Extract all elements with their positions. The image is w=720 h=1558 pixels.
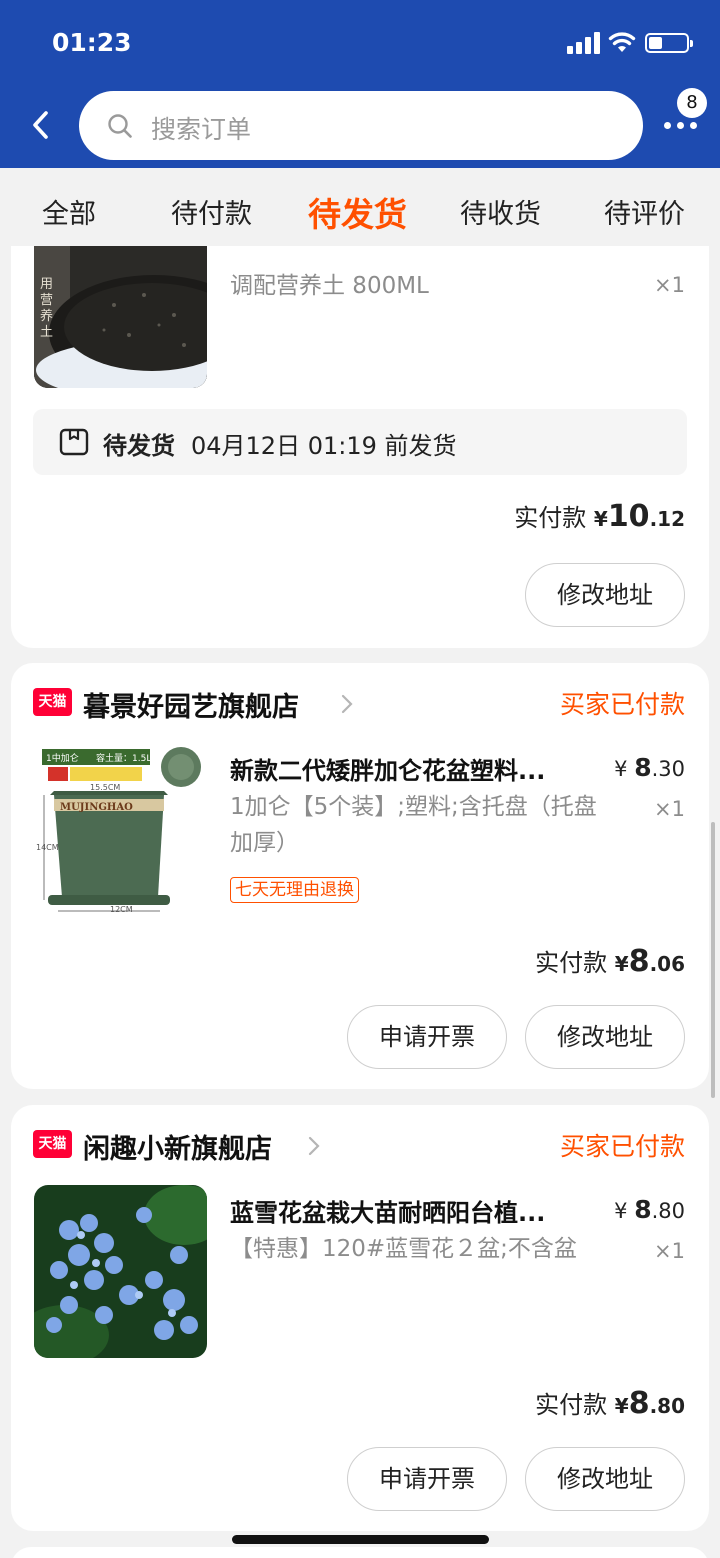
modify-address-button[interactable]: 修改地址 [525,1005,685,1069]
paid-amount: 实付款 ¥8.06 [535,943,685,979]
tab-all[interactable]: 全部 [42,192,96,231]
price-dec: .30 [651,757,685,781]
tab-pending-review[interactable]: 待评价 [604,192,685,231]
order-list: 用营养土 调配营养土 800ML ×1 待发货 04月12日 01:19 前发货 … [0,246,720,1558]
order-status: 买家已付款 [559,1132,685,1161]
paid-amount: 实付款 ¥10.12 [514,498,685,534]
product-qty: ×1 [654,1239,685,1263]
status-time: 01:23 [52,28,132,57]
chevron-right-icon [341,694,353,714]
search-placeholder: 搜索订单 [151,115,252,144]
soil-image [34,246,207,388]
price-currency: ¥ [614,757,628,781]
app-header: 01:23 搜索订单 8 [0,0,720,168]
shipping-deadline: 04月12日 01:19 前发货 [191,432,457,460]
product-title[interactable]: 新款二代矮胖加仑花盆塑料... [230,751,545,786]
tab-pending-payment[interactable]: 待付款 [171,192,252,231]
request-invoice-button[interactable]: 申请开票 [347,1447,507,1511]
flowerpot-label-brand: MUJINGHAO [60,802,133,813]
product-image-soil[interactable]: 用营养土 [34,246,207,388]
modify-address-button[interactable]: 修改地址 [525,1447,685,1511]
product-sku: 【特惠】120#蓝雪花２盆;不含盆 [230,1236,577,1262]
order-card: 用营养土 调配营养土 800ML ×1 待发货 04月12日 01:19 前发货 … [11,246,709,648]
product-image-plumbago[interactable] [34,1185,207,1358]
paid-label: 实付款 [514,504,587,532]
paid-label: 实付款 [535,1391,608,1419]
shipping-status-bar: 待发货 04月12日 01:19 前发货 [33,409,687,475]
product-price: ¥ 8.30 [614,753,685,782]
battery-icon [645,33,693,53]
paid-currency: ¥ [614,1394,629,1418]
flowerpot-label-height: 14CM [36,843,59,852]
product-sku: 调配营养土 800ML [230,273,429,299]
return-policy-tag: 七天无理由退换 [230,877,359,903]
paid-int: 8 [628,944,650,979]
more-icon [664,122,671,129]
order-tabs: 全部 待付款 待发货 待收货 待评价 [0,168,720,246]
paid-int: 8 [628,1386,650,1421]
store-name[interactable]: 暮景好园艺旗舰店 [83,685,299,724]
paid-int: 10 [607,499,650,534]
soil-image-caption: 用营养土 [40,277,54,340]
chevron-right-icon [308,1136,320,1156]
scrollbar[interactable] [711,822,715,1098]
flowerpot-label-bottom: 12CM [110,905,133,914]
price-int: 8 [634,753,652,782]
notification-badge: 8 [677,88,707,118]
price-int: 8 [634,1195,652,1224]
request-invoice-button[interactable]: 申请开票 [347,1005,507,1069]
home-indicator[interactable] [232,1535,489,1544]
paid-dec: .80 [649,1394,685,1418]
product-qty: ×1 [654,797,685,821]
product-sku: 1加仑【5个装】;塑料;含托盘（托盘加厚） [230,794,597,856]
product-price: ¥ 8.80 [614,1195,685,1224]
store-name[interactable]: 闲趣小新旗舰店 [83,1127,272,1166]
flowerpot-label-top-right: 容土量：1.5L [96,754,152,764]
plumbago-flower-image [34,1185,207,1358]
tmall-logo: 天猫 [33,688,72,716]
order-card [11,1547,709,1558]
tmall-logo: 天猫 [33,1130,72,1158]
flowerpot-label-top-left: 1中加仑 [46,754,79,764]
product-image-flowerpot[interactable]: 1中加仑 容土量：1.5L 15.5CM 14CM MUJINGHAO 12CM [34,745,207,918]
flowerpot-label-width: 15.5CM [90,783,121,792]
back-icon[interactable] [26,108,56,142]
paid-label: 实付款 [535,949,608,977]
tab-pending-shipment[interactable]: 待发货 [308,188,407,236]
order-card: 天猫 暮景好园艺旗舰店 买家已付款 1中加仑 容土量：1.5L 15.5CM 1… [11,663,709,1089]
paid-dec: .06 [649,952,685,976]
order-status: 买家已付款 [559,690,685,719]
search-icon [108,114,132,138]
price-dec: .80 [651,1199,685,1223]
product-qty: ×1 [654,273,685,297]
product-title[interactable]: 蓝雪花盆栽大苗耐晒阳台植... [230,1193,545,1228]
paid-currency: ¥ [614,952,629,976]
wifi-icon [608,32,636,52]
modify-address-button[interactable]: 修改地址 [525,563,685,627]
search-input[interactable]: 搜索订单 [79,91,643,160]
paid-currency: ¥ [593,507,608,531]
cellular-signal-icon [567,32,601,54]
price-currency: ¥ [614,1199,628,1223]
paid-dec: .12 [649,507,685,531]
order-card: 天猫 闲趣小新旗舰店 买家已付款 蓝雪花盆栽大苗耐晒阳台植... ¥ 8.80 … [11,1105,709,1531]
paid-amount: 实付款 ¥8.80 [535,1385,685,1421]
tab-pending-receipt[interactable]: 待收货 [460,192,541,231]
flowerpot-image [34,745,207,918]
box-icon [59,428,89,456]
shipping-status: 待发货 [103,432,175,460]
